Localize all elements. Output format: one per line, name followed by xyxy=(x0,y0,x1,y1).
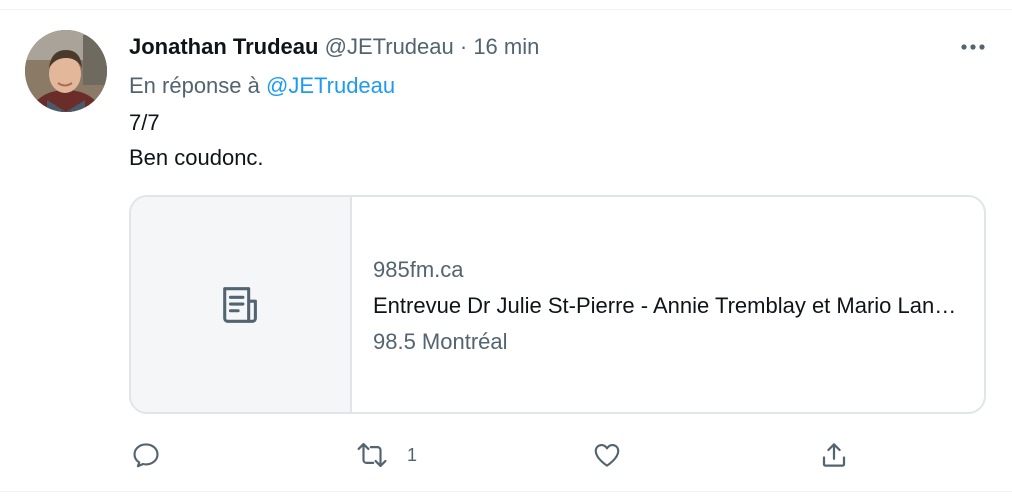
card-text: 985fm.ca Entrevue Dr Julie St-Pierre - A… xyxy=(373,255,973,357)
avatar[interactable] xyxy=(25,30,107,112)
bottom-divider xyxy=(0,491,1012,492)
reply-prefix: En réponse à xyxy=(129,73,260,98)
more-options-button[interactable] xyxy=(953,32,993,62)
card-title: Entrevue Dr Julie St-Pierre - Annie Trem… xyxy=(373,293,957,318)
tweet-header: Jonathan Trudeau @JETrudeau · 16 min xyxy=(129,33,539,61)
tweet-text-line: Ben coudonc. xyxy=(129,145,264,170)
card-domain: 985fm.ca xyxy=(373,257,464,282)
article-icon xyxy=(222,286,257,323)
avatar-image xyxy=(25,30,107,112)
more-horizontal-icon xyxy=(961,44,985,50)
card-description: 98.5 Montréal xyxy=(373,329,508,354)
card-thumbnail xyxy=(131,197,352,412)
link-card[interactable]: 985fm.ca Entrevue Dr Julie St-Pierre - A… xyxy=(129,195,986,414)
like-button[interactable] xyxy=(592,440,622,470)
tweet-text-line: 7/7 xyxy=(129,110,160,135)
reply-to-link[interactable]: @JETrudeau xyxy=(266,73,395,98)
top-divider xyxy=(0,9,1012,10)
author-name[interactable]: Jonathan Trudeau xyxy=(129,34,318,59)
retweet-button[interactable]: 1 xyxy=(355,440,417,470)
meta-separator: · xyxy=(453,34,474,59)
retweet-icon xyxy=(357,442,387,468)
tweet-time[interactable]: 16 min xyxy=(473,34,539,59)
heart-icon xyxy=(594,443,620,467)
reply-context: En réponse à @JETrudeau xyxy=(129,72,395,100)
reply-button[interactable] xyxy=(131,440,161,470)
retweet-count: 1 xyxy=(407,444,418,465)
reply-icon xyxy=(133,443,159,468)
share-button[interactable] xyxy=(819,440,849,470)
share-icon xyxy=(822,443,846,467)
author-handle[interactable]: @JETrudeau xyxy=(325,34,454,59)
